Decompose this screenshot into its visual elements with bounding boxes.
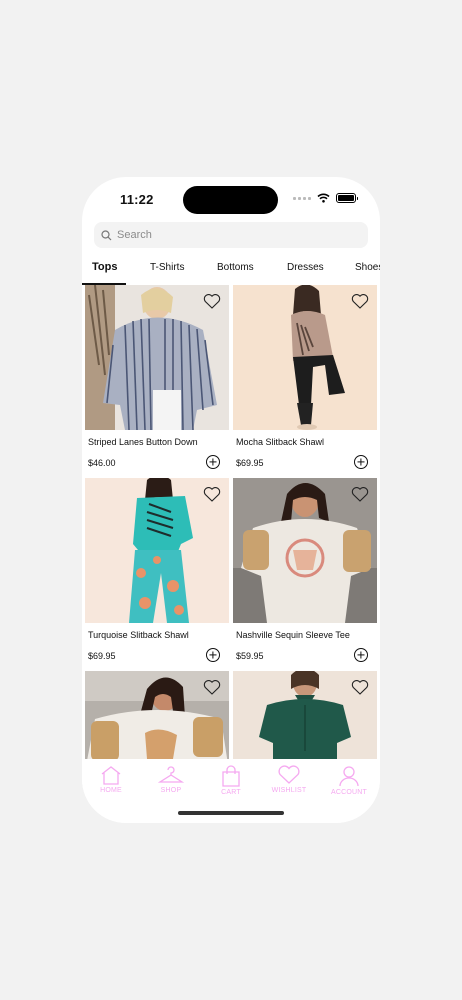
product-name: Turquoise Slitback Shawl bbox=[88, 630, 189, 640]
battery-icon bbox=[336, 193, 358, 203]
tab-bar-shop[interactable]: SHOP bbox=[144, 765, 198, 794]
cellular-signal-icon bbox=[293, 196, 311, 200]
product-image[interactable] bbox=[233, 478, 377, 623]
product-card[interactable] bbox=[85, 671, 229, 759]
phone-screen: 11:22 Tops T-Shirts Bottoms Dresses Shoe… bbox=[82, 177, 380, 823]
bag-icon bbox=[222, 765, 240, 787]
add-to-cart-button[interactable] bbox=[354, 455, 368, 469]
heart-icon bbox=[278, 765, 300, 784]
wifi-icon bbox=[317, 193, 330, 203]
search-bar[interactable] bbox=[94, 222, 368, 248]
tab-bar-label: CART bbox=[221, 789, 241, 796]
tab-bar-account[interactable]: ACCOUNT bbox=[322, 765, 376, 796]
wishlist-heart-icon[interactable] bbox=[203, 293, 221, 309]
product-price: $69.95 bbox=[88, 651, 116, 661]
tab-shoes[interactable]: Shoes bbox=[355, 262, 380, 273]
add-to-cart-button[interactable] bbox=[206, 648, 220, 662]
wishlist-heart-icon[interactable] bbox=[203, 486, 221, 502]
product-image[interactable] bbox=[233, 671, 377, 759]
add-to-cart-button[interactable] bbox=[206, 455, 220, 469]
home-icon bbox=[101, 766, 121, 785]
tab-tops[interactable]: Tops bbox=[92, 261, 117, 273]
tab-bar-cart[interactable]: CART bbox=[204, 765, 258, 796]
tab-bar-label: HOME bbox=[100, 787, 122, 794]
status-time: 11:22 bbox=[120, 192, 154, 207]
wishlist-heart-icon[interactable] bbox=[203, 679, 221, 695]
home-indicator[interactable] bbox=[178, 811, 284, 815]
product-card[interactable]: Striped Lanes Button Down $46.00 bbox=[85, 285, 229, 475]
tab-t-shirts[interactable]: T-Shirts bbox=[150, 262, 184, 273]
product-card[interactable]: Mocha Slitback Shawl $69.95 bbox=[233, 285, 377, 475]
product-name: Mocha Slitback Shawl bbox=[236, 437, 325, 447]
product-image[interactable] bbox=[85, 671, 229, 759]
status-icons bbox=[293, 193, 358, 203]
product-price: $69.95 bbox=[236, 458, 264, 468]
product-name: Nashville Sequin Sleeve Tee bbox=[236, 630, 350, 640]
tab-dresses[interactable]: Dresses bbox=[287, 262, 324, 273]
product-name: Striped Lanes Button Down bbox=[88, 437, 198, 447]
wishlist-heart-icon[interactable] bbox=[351, 486, 369, 502]
tab-bar-label: SHOP bbox=[160, 787, 182, 794]
product-card[interactable]: Turquoise Slitback Shawl $69.95 bbox=[85, 478, 229, 668]
tab-bar-label: ACCOUNT bbox=[330, 789, 367, 796]
product-image[interactable] bbox=[85, 285, 229, 430]
search-input[interactable] bbox=[117, 229, 347, 241]
person-icon bbox=[339, 766, 359, 787]
wishlist-heart-icon[interactable] bbox=[351, 679, 369, 695]
product-image[interactable] bbox=[233, 285, 377, 430]
product-card[interactable] bbox=[233, 671, 377, 759]
product-image[interactable] bbox=[85, 478, 229, 623]
tab-bar-label: WISHLIST bbox=[271, 787, 307, 794]
tab-bar-wishlist[interactable]: WISHLIST bbox=[262, 765, 316, 794]
wishlist-heart-icon[interactable] bbox=[351, 293, 369, 309]
hanger-icon bbox=[158, 766, 184, 783]
dynamic-island bbox=[183, 186, 278, 214]
search-icon bbox=[101, 229, 112, 240]
tab-bottoms[interactable]: Bottoms bbox=[217, 262, 254, 273]
product-card[interactable]: Nashville Sequin Sleeve Tee $59.95 bbox=[233, 478, 377, 668]
tab-bar-home[interactable]: HOME bbox=[84, 765, 138, 794]
add-to-cart-button[interactable] bbox=[354, 648, 368, 662]
category-tabs: Tops T-Shirts Bottoms Dresses Shoes bbox=[82, 257, 380, 285]
product-price: $46.00 bbox=[88, 458, 116, 468]
product-grid: Striped Lanes Button Down $46.00 Mocha S… bbox=[85, 285, 377, 759]
product-price: $59.95 bbox=[236, 651, 264, 661]
